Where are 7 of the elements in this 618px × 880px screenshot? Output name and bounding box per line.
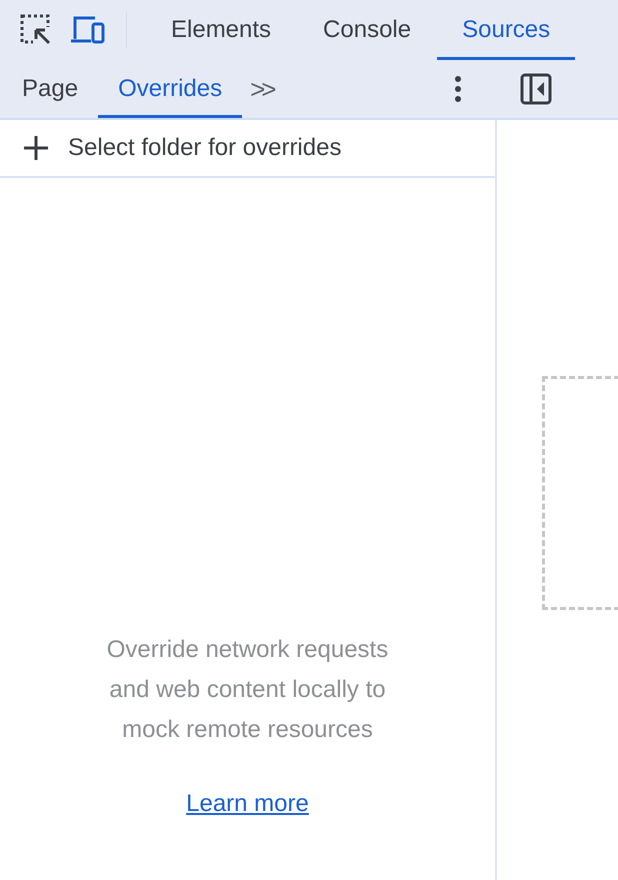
learn-more-link[interactable]: Learn more	[186, 790, 309, 818]
more-tabs-button[interactable]: >>	[244, 60, 278, 118]
navigator-tab[interactable]: Page	[2, 60, 98, 118]
panel-tab[interactable]: Elements	[145, 0, 298, 60]
plus-icon	[22, 134, 50, 162]
panel-tab[interactable]: Console	[297, 0, 438, 60]
empty-state-message: Override network requests and web content locally to mock remote resources	[106, 635, 390, 745]
